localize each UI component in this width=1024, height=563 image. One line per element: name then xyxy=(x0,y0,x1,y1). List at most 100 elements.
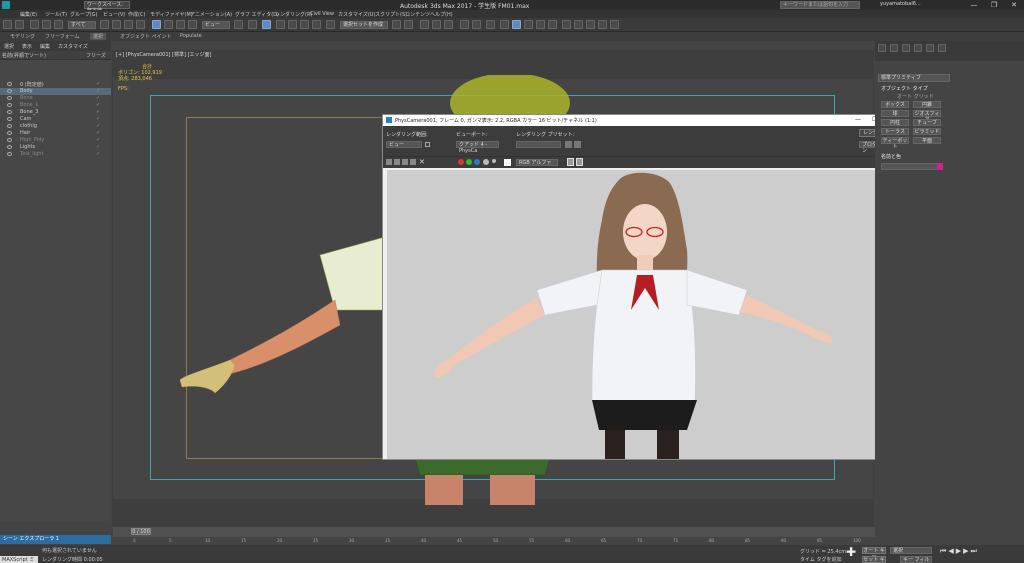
menu-item-6[interactable]: アニメーション(A) xyxy=(190,11,232,18)
scene-item[interactable]: Bone_1 ✓ xyxy=(0,102,111,109)
category-dropdown[interactable]: 標準プリミティブ xyxy=(878,74,950,82)
scene-explorer-selector[interactable]: シーン エクスプローラ 1 xyxy=(0,535,111,544)
keyboard-shortcut-icon[interactable] xyxy=(262,20,271,29)
freeze-check-icon[interactable]: ✓ xyxy=(96,137,100,143)
spinner-snap-icon[interactable] xyxy=(312,20,321,29)
percent-snap-icon[interactable] xyxy=(300,20,309,29)
window-crossing-icon[interactable] xyxy=(136,20,145,29)
go-to-end-icon[interactable]: ⏭ xyxy=(970,547,978,555)
scene-item[interactable]: 0 (既定値) ✓ xyxy=(0,81,111,88)
render-canvas[interactable] xyxy=(387,170,899,459)
ribbon-tab-populate[interactable]: Populate xyxy=(180,33,202,39)
explorer-tab-edit[interactable]: 編集 xyxy=(40,43,50,50)
schematic-view-icon[interactable] xyxy=(472,20,481,29)
freeze-check-icon[interactable]: ✓ xyxy=(96,95,100,101)
freeze-check-icon[interactable]: ✓ xyxy=(96,88,100,94)
prev-frame-icon[interactable]: ◀ xyxy=(948,547,955,555)
workspace-selector[interactable]: ワークスペース: 既定値 xyxy=(84,1,130,14)
user-account[interactable]: yuyamatobal6... xyxy=(880,1,921,7)
named-selection-sets[interactable]: 選択セットを作成 xyxy=(340,21,388,29)
blue-channel-icon[interactable] xyxy=(474,159,480,165)
visibility-eye-icon[interactable] xyxy=(7,82,12,86)
scene-item[interactable]: Hair ✓ xyxy=(0,130,111,137)
render-area-dropdown[interactable]: ビュー xyxy=(386,141,422,148)
ribbon-tab-freeform[interactable]: フリーフォーム xyxy=(45,33,80,40)
scene-explorer-icon[interactable] xyxy=(432,20,441,29)
freeze-check-icon[interactable]: ✓ xyxy=(96,116,100,122)
minimize-button[interactable]: — xyxy=(964,0,984,10)
scene-item[interactable]: Lights ✓ xyxy=(0,144,111,151)
ribbon-icon[interactable] xyxy=(444,20,453,29)
align-icon[interactable] xyxy=(404,20,413,29)
explorer-tab-customize[interactable]: カスタマイズ xyxy=(58,43,88,50)
a360-gallery-icon[interactable] xyxy=(548,20,557,29)
col-name-header[interactable]: 名前(昇順でソート) xyxy=(2,52,46,59)
pivot-icon[interactable] xyxy=(234,20,243,29)
render-preset-dropdown[interactable] xyxy=(516,141,561,148)
menu-item-8[interactable]: レンダリング(R) xyxy=(275,11,312,18)
primitive-button[interactable]: チューブ xyxy=(913,119,941,126)
redo-icon[interactable] xyxy=(15,20,24,29)
visibility-eye-icon[interactable] xyxy=(7,96,12,100)
primitive-button[interactable]: ティーポット xyxy=(881,137,909,150)
settings-icon[interactable] xyxy=(598,20,607,29)
explorer-tab-display[interactable]: 表示 xyxy=(22,43,32,50)
scene-item[interactable]: Body ✓ xyxy=(0,88,111,95)
visibility-eye-icon[interactable] xyxy=(7,145,12,149)
rendered-frame-window[interactable]: PhysCamera001, フレーム 0, ガンマ表示: 2.2, RGBA … xyxy=(382,114,903,460)
reference-coordinate-dropdown[interactable]: ビュー xyxy=(202,21,230,29)
menu-item-7[interactable]: グラフ エディタ(D) xyxy=(235,11,279,18)
unlink-icon[interactable] xyxy=(42,20,51,29)
render-production-icon[interactable] xyxy=(524,20,533,29)
monochrome-icon[interactable] xyxy=(492,159,496,163)
angle-snap-icon[interactable] xyxy=(288,20,297,29)
track-bar[interactable]: 0 5 10 15 20 25 30 35 40 45 50 55 60 65 70 75 80 85 90 95 10… xyxy=(113,537,875,545)
link-icon[interactable] xyxy=(30,20,39,29)
viewport-label[interactable]: [+] [PhysCamera001] [標準] [エッジ面] xyxy=(116,51,211,58)
hierarchy-tab-icon[interactable] xyxy=(902,44,910,52)
snap-icon[interactable] xyxy=(276,20,285,29)
menu-item-0[interactable]: 編集(E) xyxy=(20,11,37,18)
environment-icon[interactable] xyxy=(574,141,581,148)
key-selection-dropdown[interactable]: 選択 xyxy=(890,547,932,554)
freeze-check-icon[interactable]: ✓ xyxy=(96,102,100,108)
utilities-tab-icon[interactable] xyxy=(938,44,946,52)
freeze-check-icon[interactable]: ✓ xyxy=(96,81,100,87)
object-type-rollout[interactable]: オブジェクト タイプ xyxy=(881,85,928,92)
primitive-button[interactable]: 円柱 xyxy=(881,119,909,126)
bind-space-warp-icon[interactable] xyxy=(54,20,63,29)
visibility-eye-icon[interactable] xyxy=(7,103,12,107)
select-object-icon[interactable] xyxy=(100,20,109,29)
scene-item[interactable]: Bone ✓ xyxy=(0,95,111,102)
timeline-slider[interactable]: 0 / 100 xyxy=(113,527,875,537)
select-by-name-icon[interactable] xyxy=(112,20,121,29)
mirror-icon[interactable] xyxy=(392,20,401,29)
freeze-check-icon[interactable]: ✓ xyxy=(96,151,100,157)
col-freeze-header[interactable]: フリーズ xyxy=(86,52,106,59)
menu-item-12[interactable]: コンテンツ xyxy=(405,11,430,18)
add-time-tag[interactable]: タイム タグを追加 xyxy=(800,556,842,563)
render-in-cloud-icon[interactable] xyxy=(536,20,545,29)
render-minimize-button[interactable]: — xyxy=(855,116,861,123)
toggle-ui-icon[interactable] xyxy=(576,158,583,166)
primitive-button[interactable]: ボックス xyxy=(881,101,909,108)
modify-tab-icon[interactable] xyxy=(890,44,898,52)
scene-item[interactable]: Test_light ✓ xyxy=(0,151,111,158)
visibility-eye-icon[interactable] xyxy=(7,131,12,135)
scene-item[interactable]: High_Poly ✓ xyxy=(0,137,111,144)
save-icon[interactable] xyxy=(610,20,619,29)
toggle-ui-overlay-icon[interactable] xyxy=(567,158,574,166)
maximize-button[interactable]: ❐ xyxy=(984,0,1004,10)
tools-icon[interactable] xyxy=(586,20,595,29)
swatch-icon[interactable] xyxy=(504,159,511,166)
ribbon-tab-modeling[interactable]: モデリング xyxy=(10,33,35,40)
time-slider-thumb[interactable]: 0 / 100 xyxy=(131,528,151,535)
menu-item-9[interactable]: Civil View xyxy=(310,11,334,17)
render-setup-icon[interactable] xyxy=(500,20,509,29)
rendered-frame-window-icon[interactable] xyxy=(512,20,521,29)
visibility-eye-icon[interactable] xyxy=(7,117,12,121)
primitive-button[interactable]: ジオスフィア xyxy=(913,110,941,123)
visibility-eye-icon[interactable] xyxy=(7,89,12,93)
menu-item-2[interactable]: グループ(G) xyxy=(70,11,97,18)
name-color-rollout[interactable]: 名前と色 xyxy=(881,153,901,160)
